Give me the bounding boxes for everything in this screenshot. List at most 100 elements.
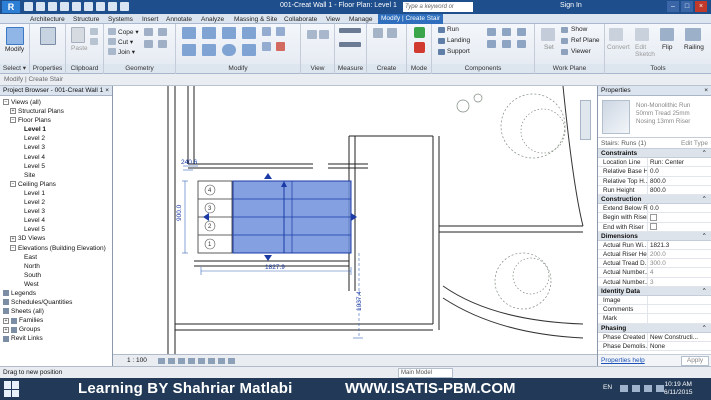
tree-node[interactable]: Sheets (all) — [0, 307, 112, 316]
tree-node[interactable]: Revit Links — [0, 334, 112, 343]
copy-element-icon[interactable] — [276, 27, 285, 36]
modify-button-label[interactable]: Modify — [5, 46, 24, 53]
tree-node[interactable]: + Groups — [0, 325, 112, 334]
viewer-button[interactable]: Viewer — [571, 48, 591, 55]
expand-icon[interactable]: + — [3, 326, 9, 333]
landing-icon[interactable] — [438, 38, 445, 44]
create-tool-icon[interactable] — [387, 28, 397, 38]
show-button[interactable]: Show — [571, 26, 587, 33]
apply-button[interactable]: Apply — [681, 356, 709, 366]
railing-icon[interactable] — [685, 28, 701, 41]
measure-icon[interactable] — [339, 28, 361, 33]
dimension-right[interactable]: 1037.4 — [356, 291, 363, 311]
tree-node[interactable]: North — [0, 262, 112, 271]
tab-modify-create-stair[interactable]: Modify | Create Stair — [378, 14, 444, 24]
close-button[interactable]: × — [695, 1, 707, 12]
run-u-icon[interactable] — [502, 40, 511, 48]
flip-icon[interactable] — [660, 28, 674, 41]
set-icon[interactable] — [541, 28, 555, 41]
tree-node[interactable]: Legends — [0, 289, 112, 298]
property-checkbox[interactable] — [648, 223, 711, 231]
detail-level-icon[interactable] — [158, 358, 165, 364]
temporary-hide-icon[interactable] — [218, 358, 225, 364]
collapse-icon[interactable]: ⌃ — [702, 195, 707, 204]
tree-node[interactable]: +3D Views — [0, 234, 112, 243]
align-icon[interactable] — [182, 27, 196, 39]
property-value-field[interactable]: 800.0 — [648, 177, 711, 185]
property-value-field[interactable]: 800.0 — [648, 186, 711, 194]
collapse-icon[interactable]: ⌃ — [702, 287, 707, 296]
cut-geometry-icon[interactable] — [108, 38, 116, 45]
dimension-vertical[interactable]: 900.0 — [176, 204, 183, 221]
tree-node[interactable]: South — [0, 271, 112, 280]
tab-collaborate[interactable]: Collaborate — [284, 15, 317, 24]
property-value-field[interactable] — [648, 296, 711, 304]
copy-icon[interactable] — [90, 38, 98, 45]
offset-icon[interactable] — [202, 27, 216, 39]
edit-sketch-button[interactable]: Edit Sketch — [635, 44, 657, 58]
reveal-hidden-icon[interactable] — [228, 358, 235, 364]
tree-node[interactable]: − Elevations (Building Elevation) — [0, 244, 112, 253]
tree-node[interactable]: + Structural Plans — [0, 107, 112, 116]
properties-help-link[interactable]: Properties help — [601, 357, 645, 364]
dimension-run-width[interactable]: 1827.9 — [265, 264, 285, 271]
property-value-field[interactable]: 0.0 — [648, 204, 711, 212]
type-selector[interactable]: Non-Monolithic Run 50mm Tread 25mm Nosin… — [598, 96, 711, 138]
property-group-header[interactable]: Dimensions ⌃ — [598, 231, 711, 241]
collapse-icon[interactable]: − — [3, 99, 9, 106]
volume-icon[interactable] — [644, 385, 652, 392]
tree-node[interactable]: + Families — [0, 316, 112, 325]
language-indicator[interactable]: EN — [603, 384, 612, 391]
join-icon[interactable] — [108, 48, 116, 55]
instance-filter[interactable]: Stairs: Runs (1) Edit Type — [598, 138, 711, 149]
tab-structure[interactable]: Structure — [73, 15, 99, 24]
support-button[interactable]: Support — [447, 48, 470, 55]
network-icon[interactable] — [632, 385, 640, 392]
revit-logo-icon[interactable]: R — [2, 1, 20, 13]
scale-icon[interactable] — [262, 42, 271, 51]
railing-button[interactable]: Railing — [684, 44, 704, 51]
viewer-icon[interactable] — [561, 49, 568, 55]
tree-node[interactable]: Level 2 — [0, 198, 112, 207]
tab-architecture[interactable]: Architecture — [30, 15, 65, 24]
array-icon[interactable] — [242, 44, 256, 56]
property-group-header[interactable]: Construction ⌃ — [598, 194, 711, 205]
create-tool-icon[interactable] — [373, 28, 383, 38]
clock[interactable]: 10:19 AM 6/11/2015 — [664, 381, 692, 397]
grip-bottom-arrow-icon[interactable] — [264, 255, 272, 261]
redo-icon[interactable] — [60, 2, 69, 11]
tab-systems[interactable]: Systems — [108, 15, 133, 24]
cope-label[interactable]: Cope ▾ — [118, 28, 139, 36]
trim-icon[interactable] — [202, 44, 216, 56]
collapse-icon[interactable]: ⌃ — [702, 232, 707, 241]
run-winder-icon[interactable] — [517, 28, 526, 36]
tree-node[interactable]: Level 1 — [0, 189, 112, 198]
finish-edit-check-icon[interactable] — [414, 27, 425, 38]
property-value-field[interactable] — [648, 305, 711, 313]
tree-node[interactable]: Level 5 — [0, 225, 112, 234]
run-icon[interactable] — [438, 27, 445, 33]
collapse-icon[interactable]: ⌃ — [702, 149, 707, 158]
grip-right-arrow-icon[interactable] — [351, 213, 357, 221]
paste-icon[interactable] — [71, 27, 85, 43]
open-icon[interactable] — [24, 2, 33, 11]
collapse-icon[interactable]: ⌃ — [702, 324, 707, 333]
floor-plan-drawing[interactable]: 4 3 2 1 240.6 900.0 1827.9 1037.4 — [113, 86, 597, 354]
property-checkbox[interactable] — [648, 213, 711, 221]
ref-plane-button[interactable]: Ref Plane — [571, 37, 600, 44]
tree-node[interactable]: Level 3 — [0, 143, 112, 152]
set-button[interactable]: Set — [544, 44, 554, 51]
mirror-axis-icon[interactable] — [222, 27, 236, 39]
expand-icon[interactable]: + — [3, 317, 9, 324]
save-icon[interactable] — [36, 2, 45, 11]
close-icon[interactable]: × — [704, 86, 708, 96]
collapse-icon[interactable]: − — [10, 181, 16, 188]
show-icon[interactable] — [561, 27, 568, 33]
tree-node[interactable]: Level 2 — [0, 134, 112, 143]
measure-icon[interactable] — [84, 2, 93, 11]
support-icon[interactable] — [438, 49, 445, 55]
text-icon[interactable] — [96, 2, 105, 11]
flag-icon[interactable] — [656, 385, 664, 392]
geometry-tool-icon[interactable] — [144, 40, 153, 48]
geometry-tool-icon[interactable] — [144, 28, 153, 36]
